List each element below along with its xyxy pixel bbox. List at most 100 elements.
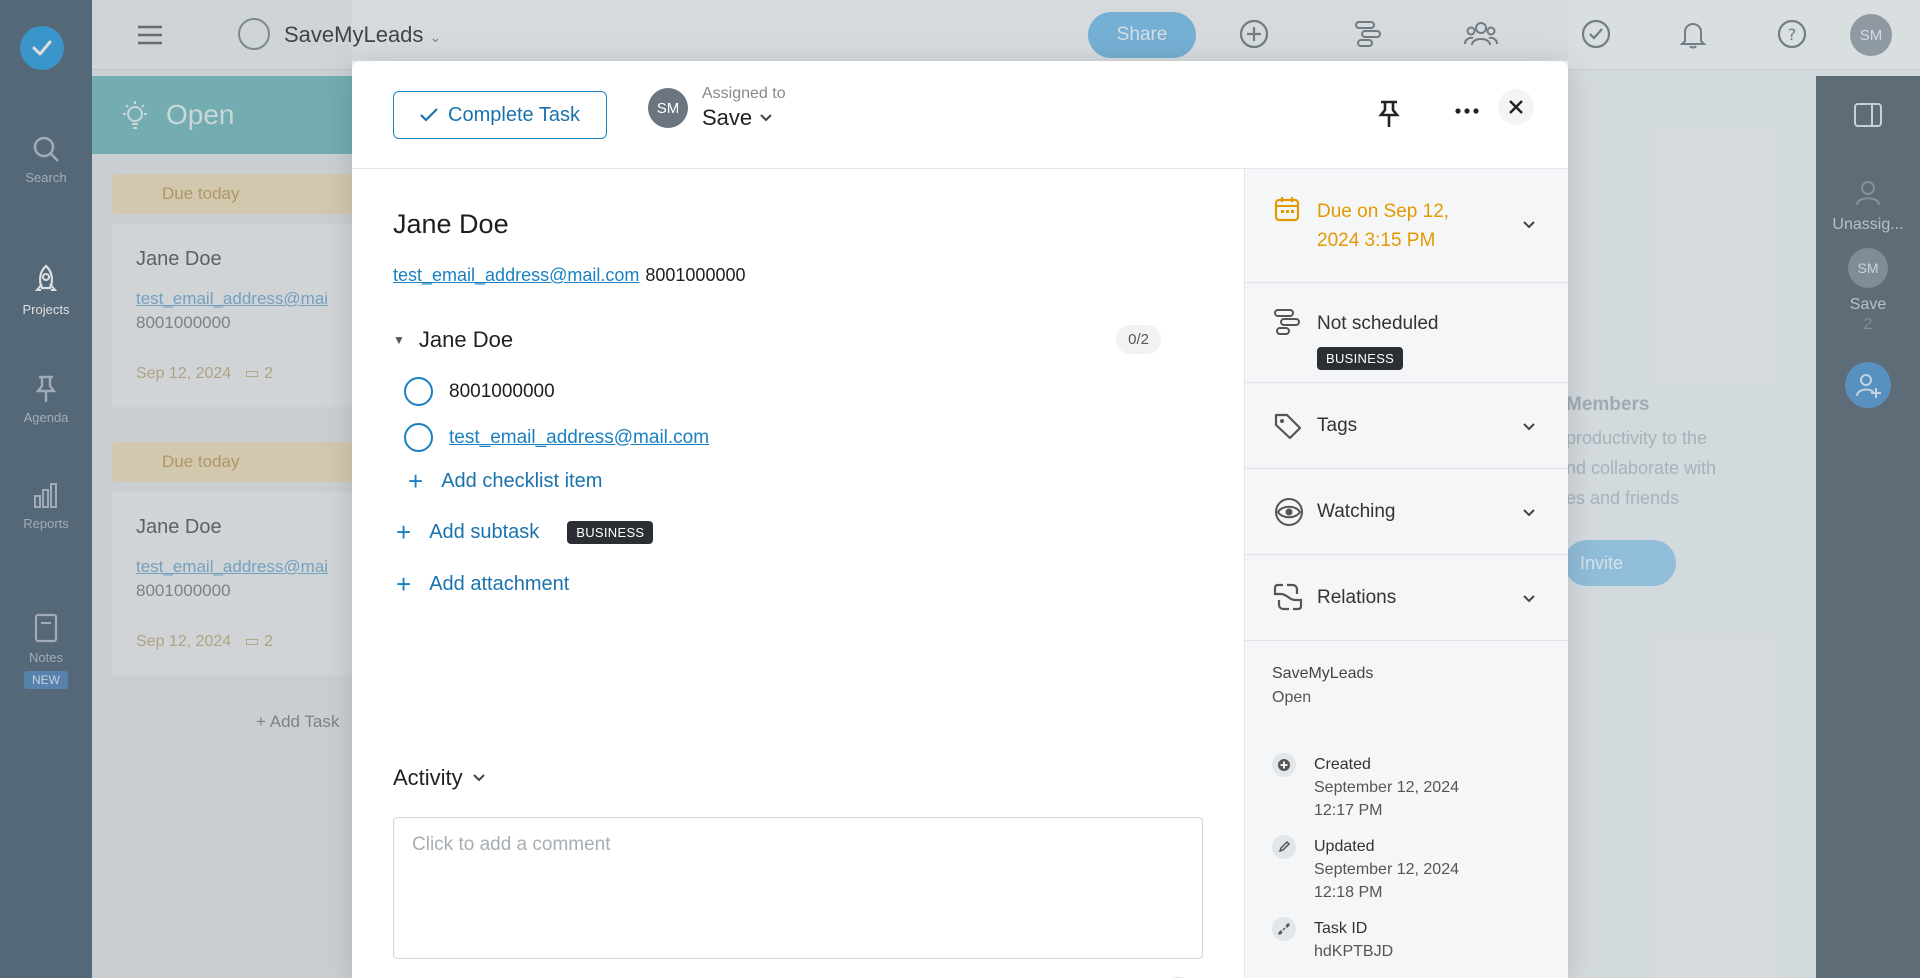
due-date-section[interactable]: Due on Sep 12, 2024 3:15 PM — [1245, 169, 1568, 283]
activity-toggle[interactable]: Activity — [393, 765, 485, 791]
hamburger-menu-icon[interactable] — [136, 24, 164, 46]
email-link[interactable]: test_email_address@mail.com — [393, 265, 639, 285]
created-date: September 12, 2024 — [1314, 779, 1459, 796]
task-id-value: hdKPTBJD — [1314, 943, 1394, 960]
relations-label: Relations — [1317, 587, 1397, 608]
due-date-line: 2024 3:15 PM — [1317, 230, 1436, 251]
board-column: Open Due today Jane Doe test_email_addre… — [92, 76, 352, 978]
add-circle-icon[interactable] — [1238, 18, 1270, 50]
nav-reports-label: Reports — [23, 516, 69, 531]
task-card[interactable]: Jane Doe test_email_address@mail.com 800… — [112, 224, 352, 407]
checklist-item-link[interactable]: test_email_address@mail.com — [449, 427, 709, 449]
add-member-button[interactable] — [1845, 362, 1891, 408]
project-switcher[interactable]: SaveMyLeads ⌄ — [284, 22, 441, 48]
members-line: nd collaborate with — [1566, 458, 1717, 478]
assignee-avatar: SM — [648, 88, 688, 128]
tags-section[interactable]: Tags — [1245, 383, 1568, 469]
card-comments: 2 — [264, 633, 274, 650]
nav-notes-label: Notes — [29, 650, 63, 665]
card-phone: 8001000000 — [136, 313, 231, 332]
column-header: Open — [92, 76, 352, 154]
app-logo-icon[interactable] — [20, 26, 64, 70]
svg-text:?: ? — [1788, 25, 1797, 44]
chevron-down-icon — [1523, 509, 1535, 517]
task-title[interactable]: Jane Doe — [393, 209, 509, 240]
invite-button[interactable]: Invite — [1564, 540, 1676, 586]
add-attachment-label: Add attachment — [429, 572, 570, 595]
watching-label: Watching — [1317, 501, 1396, 522]
share-button[interactable]: Share — [1088, 12, 1196, 58]
timeline-icon[interactable] — [1352, 18, 1384, 50]
team-icon[interactable] — [1464, 18, 1498, 50]
rocket-icon — [34, 264, 58, 291]
checklist-item[interactable]: 8001000000 — [404, 377, 555, 406]
card-name: Jane Doe — [136, 248, 222, 270]
updated-time: 12:18 PM — [1314, 884, 1383, 901]
add-attachment-button[interactable]: + Add attachment — [396, 571, 569, 597]
collapse-triangle-icon[interactable]: ▼ — [393, 333, 405, 347]
pencil-icon — [1272, 835, 1296, 859]
checklist-header[interactable]: ▼ Jane Doe 0/2 — [393, 325, 1203, 354]
more-options-icon[interactable] — [1454, 107, 1480, 115]
bell-icon[interactable] — [1678, 18, 1708, 50]
unassigned-label: Unassig... — [1832, 216, 1904, 233]
add-user-icon — [1856, 374, 1881, 398]
close-button[interactable] — [1498, 89, 1534, 125]
assigned-to-label: Assigned to — [702, 85, 786, 102]
add-subtask-button[interactable]: + Add subtask BUSINESS — [396, 519, 654, 545]
complete-task-button[interactable]: Complete Task — [393, 91, 607, 139]
checkbox-circle[interactable] — [404, 423, 433, 452]
member-avatar[interactable]: SM — [1848, 248, 1888, 288]
panel-toggle-icon[interactable] — [1853, 102, 1883, 128]
checklist-item[interactable]: test_email_address@mail.com — [404, 423, 709, 452]
phone-text: 8001000000 — [645, 265, 746, 285]
chevron-down-icon — [1523, 595, 1535, 603]
task-card[interactable]: Jane Doe test_email_address@mail.com 800… — [112, 492, 352, 675]
add-task-button[interactable]: + Add Task — [256, 712, 339, 732]
nav-projects-label: Projects — [22, 302, 70, 317]
top-bar: SaveMyLeads ⌄ Share ? SM — [92, 0, 1920, 70]
business-tag[interactable]: BUSINESS — [567, 520, 654, 544]
left-nav: Search Projects Agenda Reports Notes NEW — [0, 0, 92, 978]
add-checklist-item-label: Add checklist item — [441, 469, 603, 492]
bar-chart-icon — [34, 483, 57, 508]
close-icon — [1509, 100, 1523, 114]
help-icon[interactable]: ? — [1776, 18, 1808, 50]
assignee-name: Save — [702, 105, 753, 130]
watching-section[interactable]: Watching — [1245, 469, 1568, 555]
add-checklist-item-button[interactable]: + Add checklist item — [408, 468, 602, 494]
nav-search[interactable]: Search — [0, 134, 92, 185]
tags-label: Tags — [1317, 415, 1358, 436]
business-tag[interactable]: BUSINESS — [1317, 347, 1404, 370]
nav-reports[interactable]: Reports — [0, 480, 92, 531]
modal-header: Complete Task SM Assigned to Save — [352, 61, 1568, 169]
new-badge: NEW — [24, 671, 68, 689]
comment-input[interactable]: Click to add a comment — [393, 817, 1203, 959]
task-id-info[interactable]: Task ID hdKPTBJD — [1272, 917, 1393, 963]
schedule-section[interactable]: Not scheduled BUSINESS — [1245, 283, 1568, 383]
comment-placeholder: Click to add a comment — [412, 834, 611, 855]
relations-section[interactable]: Relations — [1245, 555, 1568, 641]
pin-icon[interactable] — [1378, 99, 1400, 129]
checkbox-circle[interactable] — [404, 377, 433, 406]
check-icon — [420, 108, 438, 122]
nav-notes[interactable]: Notes NEW — [0, 612, 92, 689]
card-date: Sep 12, 2024 — [136, 633, 232, 650]
check-circle-icon[interactable] — [1580, 18, 1612, 50]
plus-icon: + — [408, 466, 424, 496]
created-time: 12:17 PM — [1314, 802, 1383, 819]
task-description[interactable]: test_email_address@mail.com 8001000000 — [393, 265, 745, 286]
chevron-down-icon — [1523, 221, 1535, 229]
user-avatar[interactable]: SM — [1850, 14, 1892, 56]
nav-agenda[interactable]: Agenda — [0, 374, 92, 425]
assignee-selector[interactable]: SM Assigned to Save — [648, 85, 786, 131]
due-today-strip: Due today — [112, 442, 352, 482]
card-email: test_email_address@mail.com — [136, 557, 328, 576]
project-name-text[interactable]: SaveMyLeads — [1272, 665, 1373, 683]
project-name: SaveMyLeads — [284, 22, 424, 47]
due-date-text: Due on Sep 12, 2024 3:15 PM — [1317, 197, 1449, 255]
comment-icon: ▭ — [244, 365, 260, 382]
nav-agenda-label: Agenda — [23, 410, 69, 425]
search-icon — [33, 136, 59, 162]
nav-projects[interactable]: Projects — [0, 264, 92, 317]
